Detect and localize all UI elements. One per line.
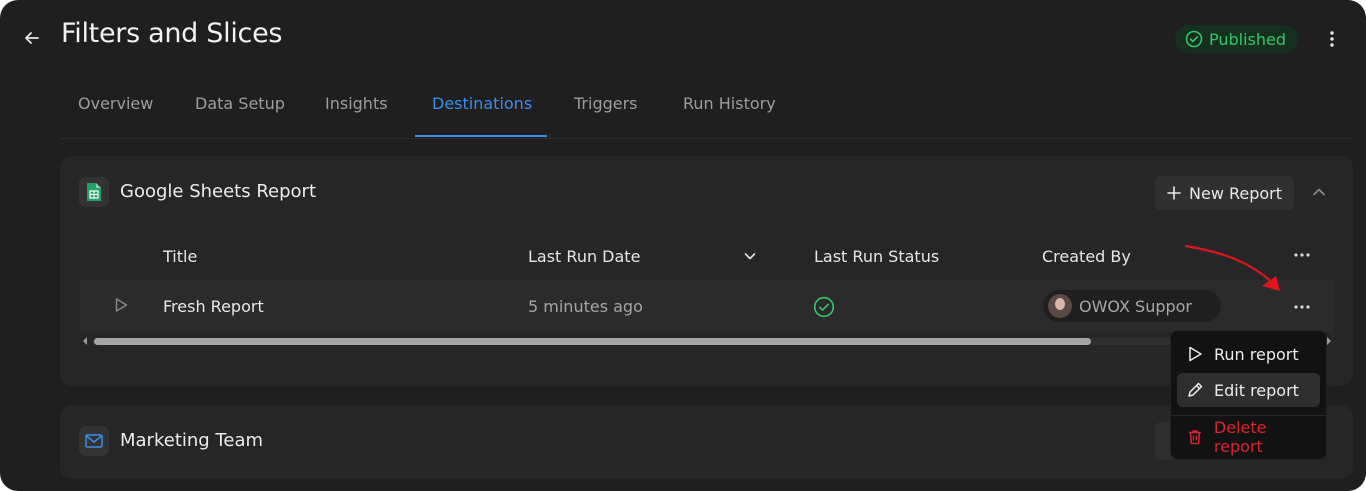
active-tab-indicator — [415, 135, 547, 137]
envelope-icon — [85, 434, 103, 448]
tab-bar: Overview Data Setup Insights Destination… — [60, 84, 1352, 139]
scroll-left-icon[interactable] — [81, 336, 89, 346]
destination-title: Google Sheets Report — [120, 181, 317, 202]
last-run-date: 5 minutes ago — [528, 297, 643, 316]
success-check-icon — [813, 296, 835, 318]
pencil-icon — [1188, 382, 1203, 397]
tab-data-setup[interactable]: Data Setup — [195, 94, 285, 113]
page-title: Filters and Slices — [61, 18, 283, 49]
column-header-last-run-date[interactable]: Last Run Date — [528, 247, 640, 266]
avatar — [1048, 294, 1072, 318]
tab-insights[interactable]: Insights — [325, 94, 388, 113]
row-context-menu: Run report Edit report Delete report — [1170, 330, 1327, 460]
creator-name: OWOX Suppor — [1079, 296, 1193, 316]
row-actions-icon[interactable] — [1292, 300, 1312, 314]
new-report-label: New Report — [1189, 183, 1283, 203]
google-sheets-icon — [79, 177, 109, 207]
tab-overview[interactable]: Overview — [78, 94, 153, 113]
table-row[interactable]: Fresh Report 5 minutes ago OWOX Suppor — [80, 280, 1334, 332]
app-window: Filters and Slices Published Overview Da… — [0, 0, 1366, 491]
tab-triggers[interactable]: Triggers — [574, 94, 638, 113]
menu-item-delete-report[interactable]: Delete report — [1177, 418, 1320, 456]
tab-run-history[interactable]: Run History — [683, 94, 776, 113]
annotation-arrow-icon — [1184, 244, 1280, 291]
column-header-created-by[interactable]: Created By — [1042, 247, 1131, 266]
back-arrow-icon[interactable] — [22, 28, 42, 48]
column-header-title[interactable]: Title — [163, 247, 197, 266]
menu-item-label: Edit report — [1214, 380, 1299, 400]
play-icon[interactable] — [113, 297, 129, 313]
new-report-button[interactable]: New Report — [1155, 176, 1295, 210]
menu-item-label: Delete report — [1213, 418, 1267, 456]
column-header-last-run-status[interactable]: Last Run Status — [814, 247, 939, 266]
plus-icon — [1167, 186, 1181, 200]
menu-item-label: Run report — [1214, 344, 1299, 364]
chevron-down-icon[interactable] — [743, 249, 757, 263]
sheets-glyph-icon — [87, 183, 101, 201]
more-vertical-icon[interactable] — [1322, 28, 1342, 50]
trash-icon — [1188, 430, 1201, 445]
mail-icon — [79, 426, 109, 456]
tab-destinations[interactable]: Destinations — [432, 94, 532, 113]
destination-card-marketing-team: Marketing Team — [60, 405, 1353, 479]
chevron-up-icon[interactable] — [1311, 184, 1327, 200]
play-icon — [1189, 346, 1202, 362]
report-title[interactable]: Fresh Report — [163, 297, 264, 316]
check-circle-icon — [1185, 30, 1203, 48]
horizontal-scrollbar[interactable] — [80, 336, 1334, 346]
menu-item-run-report[interactable]: Run report — [1177, 337, 1320, 371]
menu-divider — [1171, 415, 1326, 416]
destination-card-google-sheets: Google Sheets Report New Report Title La… — [60, 156, 1353, 386]
menu-item-edit-report[interactable]: Edit report — [1177, 373, 1320, 407]
status-badge: Published — [1175, 25, 1299, 53]
status-label: Published — [1209, 29, 1287, 49]
scroll-thumb[interactable] — [94, 338, 1091, 345]
more-horizontal-icon[interactable] — [1292, 248, 1312, 262]
destination-title: Marketing Team — [120, 430, 264, 451]
